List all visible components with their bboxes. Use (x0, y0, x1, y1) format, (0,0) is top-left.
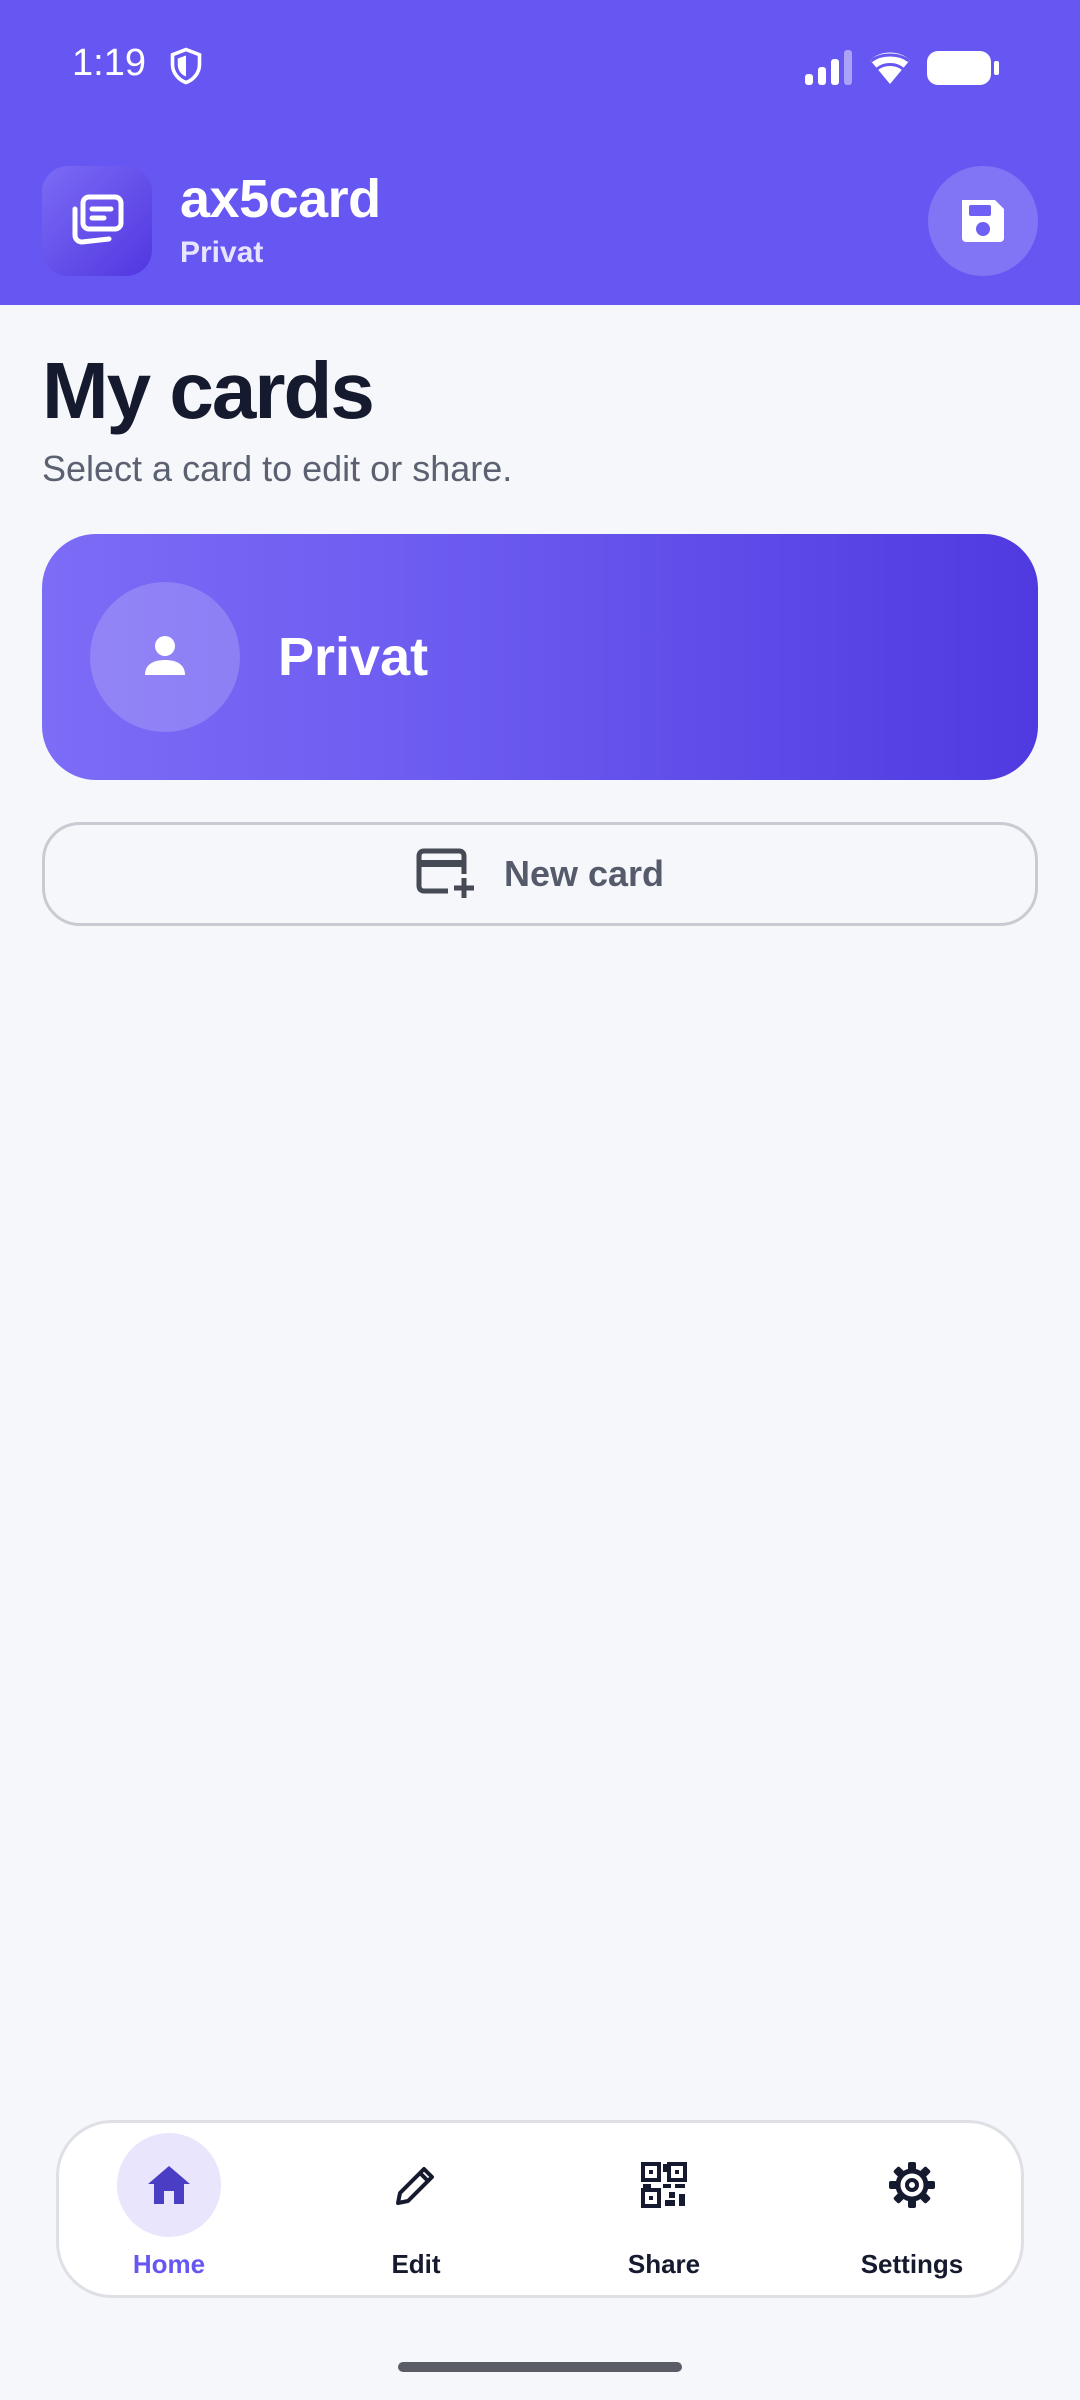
home-indicator-bar[interactable] (398, 2362, 682, 2372)
app-screen: 1:19 ax5card Privat My cards Select a ca… (0, 0, 1080, 2400)
cards-icon (72, 194, 124, 245)
home-icon (148, 2166, 190, 2204)
app-header: 1:19 ax5card Privat (0, 0, 1080, 305)
add-card-icon (416, 848, 474, 898)
status-time: 1:19 (72, 42, 146, 84)
nav-label-home: Home (132, 2249, 206, 2279)
app-title: ax5card (180, 169, 381, 229)
new-card-label: New card (503, 853, 665, 894)
nav-share[interactable]: Share (564, 2123, 764, 2295)
nav-settings[interactable]: Settings (812, 2123, 1012, 2295)
shield-icon (170, 47, 202, 85)
signal-icon (805, 50, 852, 85)
new-card-button[interactable]: New card (42, 822, 1038, 926)
avatar (90, 582, 240, 732)
gear-icon (889, 2162, 935, 2208)
save-button[interactable] (928, 166, 1038, 276)
nav-label-share: Share (627, 2249, 701, 2279)
card-name: Privat (278, 627, 429, 687)
person-icon (145, 636, 185, 675)
nav-home[interactable]: Home (69, 2123, 269, 2295)
card-item-privat[interactable]: Privat (42, 534, 1038, 780)
nav-home-indicator (117, 2133, 221, 2237)
nav-edit[interactable]: Edit (316, 2123, 516, 2295)
qr-code-icon (641, 2162, 687, 2208)
nav-share-indicator (612, 2133, 716, 2237)
app-logo (42, 166, 152, 276)
wifi-icon (870, 52, 910, 84)
nav-settings-indicator (860, 2133, 964, 2237)
floppy-disk-icon (962, 200, 1004, 242)
bottom-navigation: Home Edit Share Settings (56, 2120, 1024, 2298)
nav-label-edit: Edit (391, 2249, 441, 2279)
page-subtitle: Select a card to edit or share. (42, 448, 513, 489)
active-profile-label: Privat (180, 236, 264, 269)
nav-label-settings: Settings (860, 2249, 964, 2279)
battery-icon (927, 51, 999, 85)
nav-edit-indicator (364, 2133, 468, 2237)
page-title: My cards (42, 346, 375, 435)
pencil-icon (396, 2167, 434, 2205)
